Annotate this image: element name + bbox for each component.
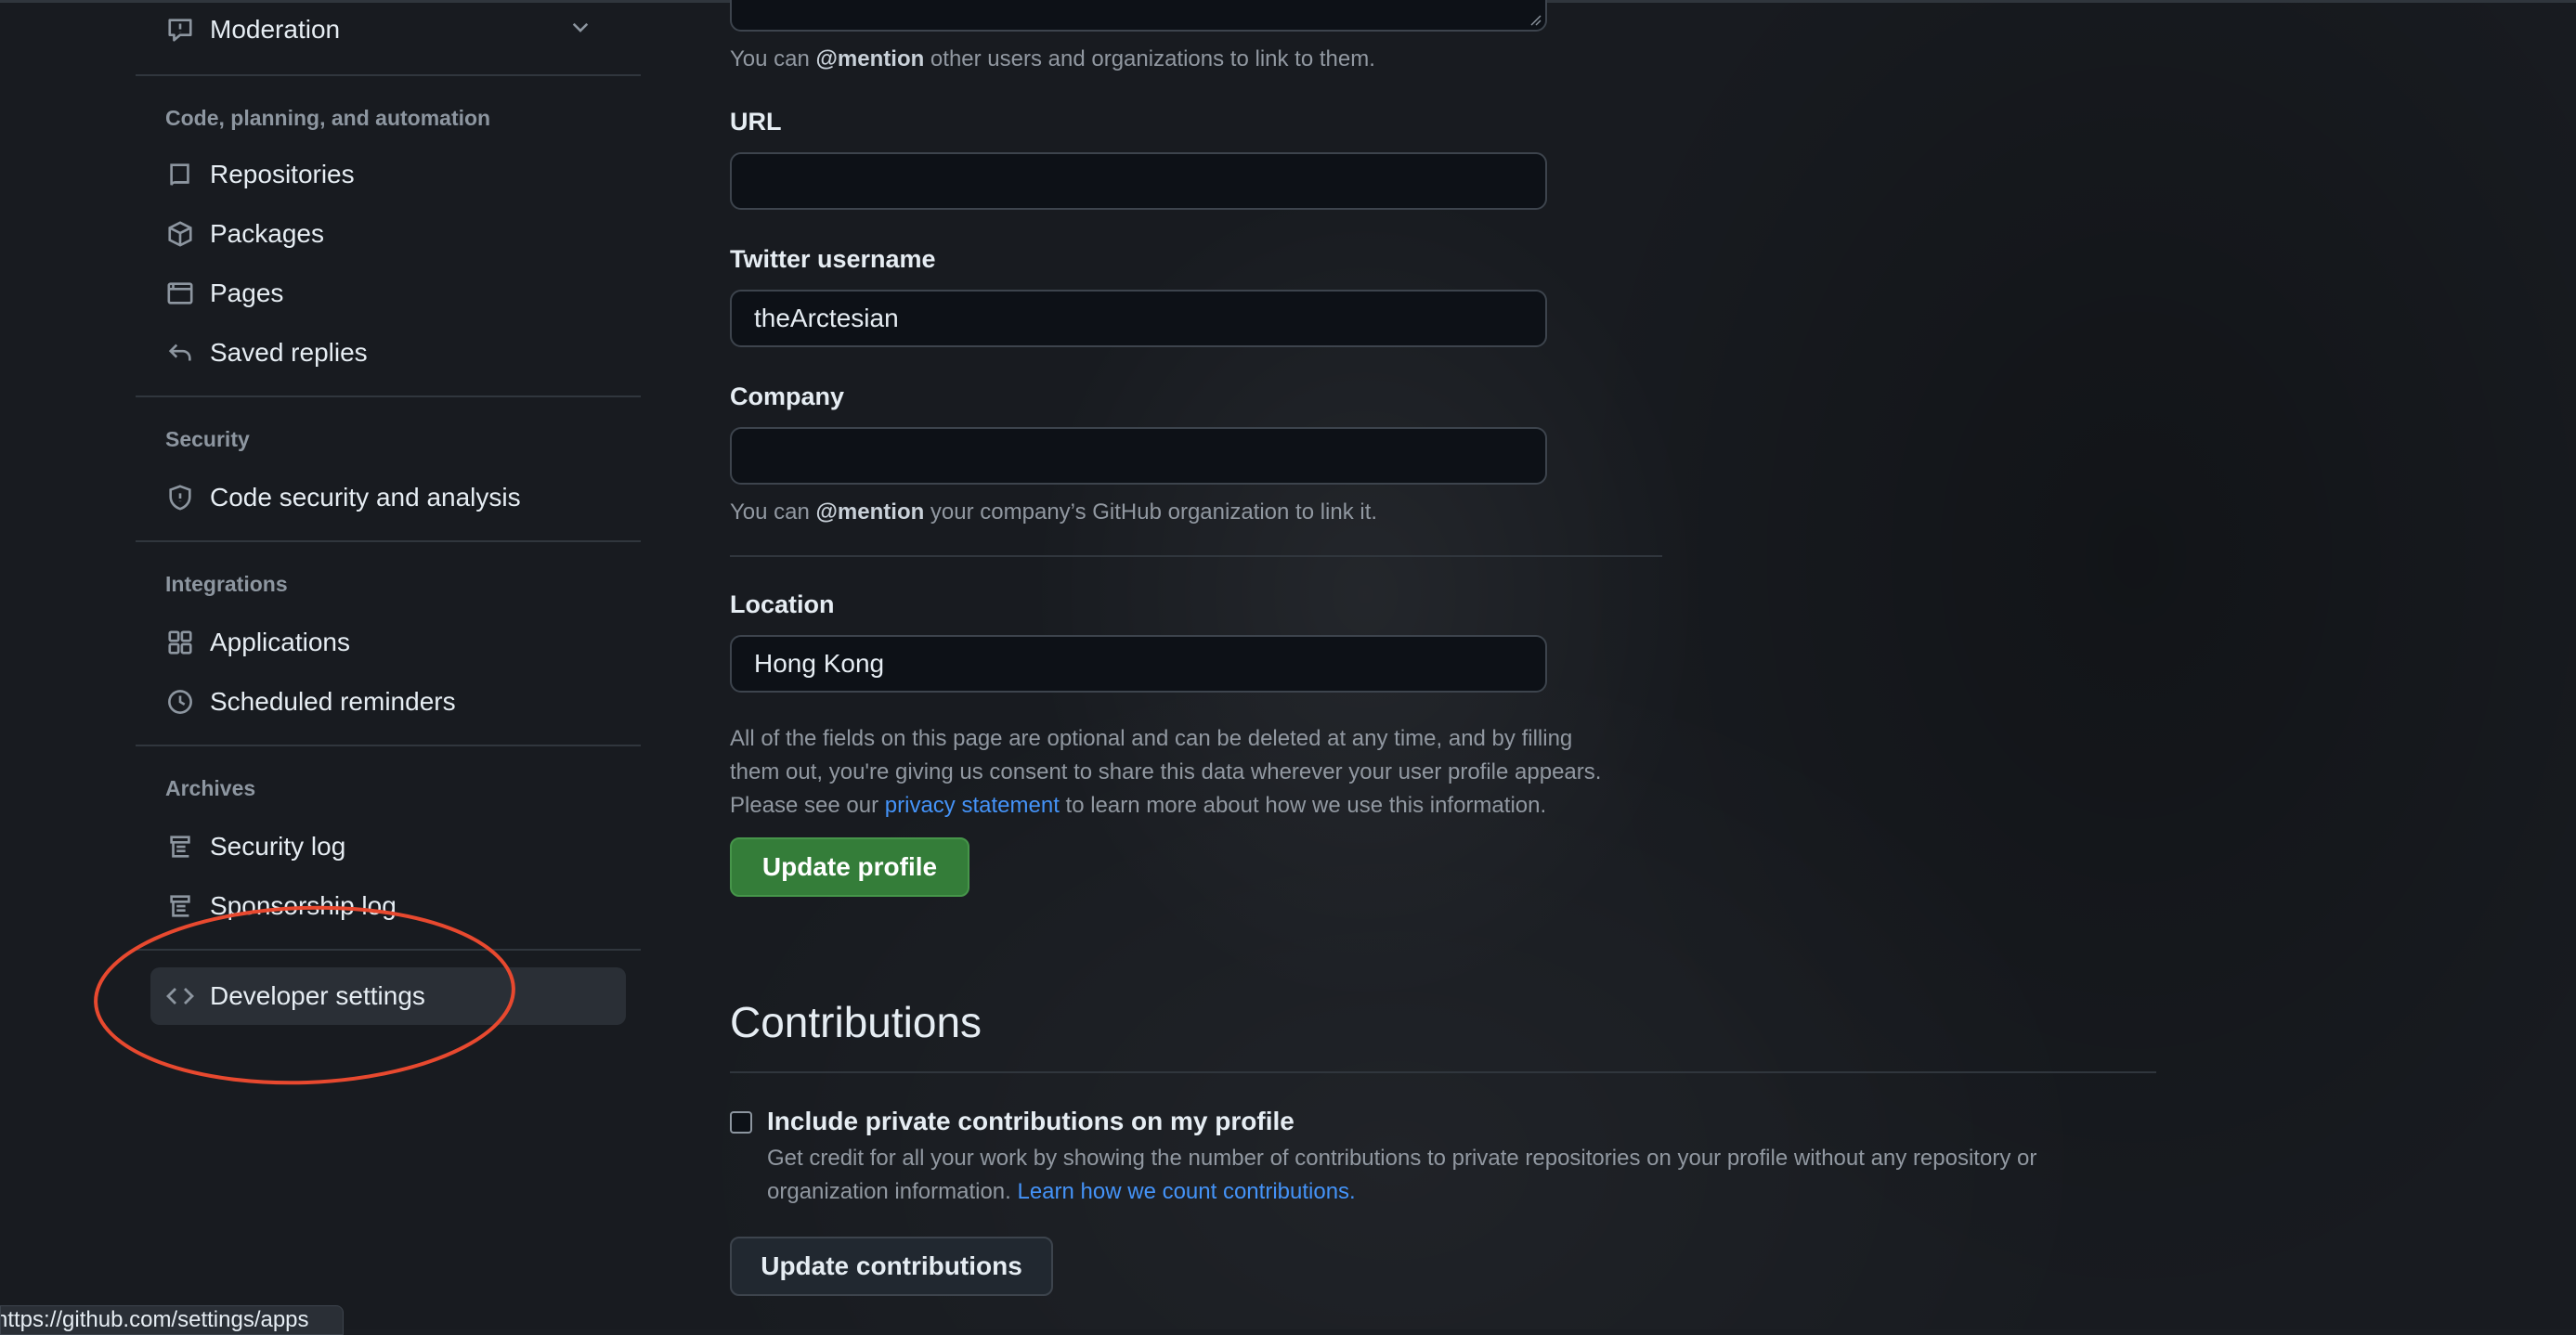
sidebar-item-moderation[interactable]: Moderation bbox=[150, 4, 626, 56]
reply-icon bbox=[165, 338, 195, 368]
note-text: organization information. bbox=[767, 1179, 1018, 1204]
sidebar-item-saved-replies[interactable]: Saved replies bbox=[150, 327, 626, 379]
bio-textarea[interactable] bbox=[730, 0, 1547, 32]
private-contributions-checkbox[interactable] bbox=[730, 1111, 752, 1134]
clock-icon bbox=[165, 687, 195, 717]
sidebar-item-label: Sponsorship log bbox=[210, 891, 397, 920]
report-icon bbox=[165, 15, 195, 45]
contributions-heading: Contributions bbox=[730, 998, 982, 1046]
note-text: Please see our bbox=[730, 793, 885, 818]
note-line: All of the fields on this page are optio… bbox=[730, 726, 1573, 751]
location-label: Location bbox=[730, 590, 835, 618]
resize-handle-icon bbox=[1530, 15, 1542, 26]
company-note: You can @mention your company’s GitHub o… bbox=[730, 496, 1377, 529]
privacy-statement-link[interactable]: privacy statement bbox=[885, 793, 1060, 818]
sidebar-item-pages[interactable]: Pages bbox=[150, 267, 626, 319]
url-label: URL bbox=[730, 108, 782, 136]
bio-note: You can @mention other users and organiz… bbox=[730, 43, 1375, 76]
contributions-description: Get credit for all your work by showing … bbox=[767, 1142, 2036, 1209]
note-text: other users and organizations to link to… bbox=[924, 46, 1375, 71]
sidebar-item-label: Moderation bbox=[210, 15, 341, 44]
sidebar-item-label: Applications bbox=[210, 628, 350, 656]
sidebar-divider bbox=[136, 949, 641, 951]
note-line: them out, you're giving us consent to sh… bbox=[730, 759, 1602, 784]
log-icon bbox=[165, 832, 195, 862]
note-line: Please see our privacy statement to lear… bbox=[730, 789, 1601, 823]
sidebar-item-applications[interactable]: Applications bbox=[150, 616, 626, 668]
sidebar-item-label: Saved replies bbox=[210, 338, 368, 367]
sidebar-section-code: Code, planning, and automation bbox=[165, 106, 491, 130]
sidebar-divider bbox=[136, 540, 641, 542]
sidebar-item-sponsorship-log[interactable]: Sponsorship log bbox=[150, 880, 626, 932]
update-profile-button[interactable]: Update profile bbox=[730, 837, 969, 897]
twitter-label: Twitter username bbox=[730, 245, 936, 273]
form-divider bbox=[730, 555, 1662, 557]
sidebar-item-packages[interactable]: Packages bbox=[150, 208, 626, 260]
sidebar-section-archives: Archives bbox=[165, 776, 256, 800]
note-line: organization information. Learn how we c… bbox=[767, 1175, 2036, 1209]
sidebar-item-label: Security log bbox=[210, 832, 346, 861]
code-icon bbox=[165, 981, 195, 1011]
sidebar-item-security-log[interactable]: Security log bbox=[150, 821, 626, 873]
shield-icon bbox=[165, 483, 195, 512]
sidebar-item-scheduled-reminders[interactable]: Scheduled reminders bbox=[150, 676, 626, 728]
mention-text: @mention bbox=[815, 499, 925, 525]
mention-text: @mention bbox=[815, 46, 925, 71]
learn-contributions-link[interactable]: Learn how we count contributions. bbox=[1017, 1179, 1355, 1204]
repo-icon bbox=[165, 160, 195, 189]
optional-fields-note: All of the fields on this page are optio… bbox=[730, 722, 1601, 823]
note-text: You can bbox=[730, 499, 816, 525]
sidebar-divider bbox=[136, 395, 641, 397]
status-url-text: https://github.com/settings/apps bbox=[0, 1307, 309, 1332]
sidebar-item-repositories[interactable]: Repositories bbox=[150, 149, 626, 201]
location-input[interactable] bbox=[730, 635, 1547, 693]
note-line: Get credit for all your work by showing … bbox=[767, 1146, 2037, 1171]
browser-icon bbox=[165, 279, 195, 308]
sidebar-item-developer-settings[interactable]: Developer settings bbox=[150, 967, 626, 1025]
sidebar-section-integrations: Integrations bbox=[165, 572, 288, 596]
package-icon bbox=[165, 219, 195, 249]
sidebar-section-security: Security bbox=[165, 427, 250, 451]
sidebar-item-code-security[interactable]: Code security and analysis bbox=[150, 472, 626, 524]
sidebar-divider bbox=[136, 745, 641, 746]
status-bar-url: https://github.com/settings/apps bbox=[0, 1305, 344, 1335]
sidebar-item-label: Developer settings bbox=[210, 981, 425, 1010]
sidebar-item-label: Repositories bbox=[210, 160, 355, 188]
company-label: Company bbox=[730, 382, 845, 410]
sidebar-item-label: Scheduled reminders bbox=[210, 687, 456, 716]
private-contributions-label[interactable]: Include private contributions on my prof… bbox=[767, 1107, 1295, 1136]
apps-icon bbox=[165, 628, 195, 657]
sidebar-divider bbox=[136, 74, 641, 76]
url-input[interactable] bbox=[730, 152, 1547, 210]
note-text: to learn more about how we use this info… bbox=[1059, 793, 1547, 818]
note-text: your company’s GitHub organization to li… bbox=[924, 499, 1378, 525]
log-icon bbox=[165, 891, 195, 921]
sidebar-item-label: Code security and analysis bbox=[210, 483, 521, 512]
section-divider bbox=[730, 1071, 2156, 1073]
company-input[interactable] bbox=[730, 427, 1547, 485]
chevron-down-icon bbox=[568, 15, 592, 45]
note-text: You can bbox=[730, 46, 816, 71]
sidebar-item-label: Packages bbox=[210, 219, 324, 248]
twitter-username-input[interactable] bbox=[730, 290, 1547, 347]
update-contributions-button[interactable]: Update contributions bbox=[730, 1237, 1053, 1296]
sidebar-item-label: Pages bbox=[210, 279, 284, 307]
